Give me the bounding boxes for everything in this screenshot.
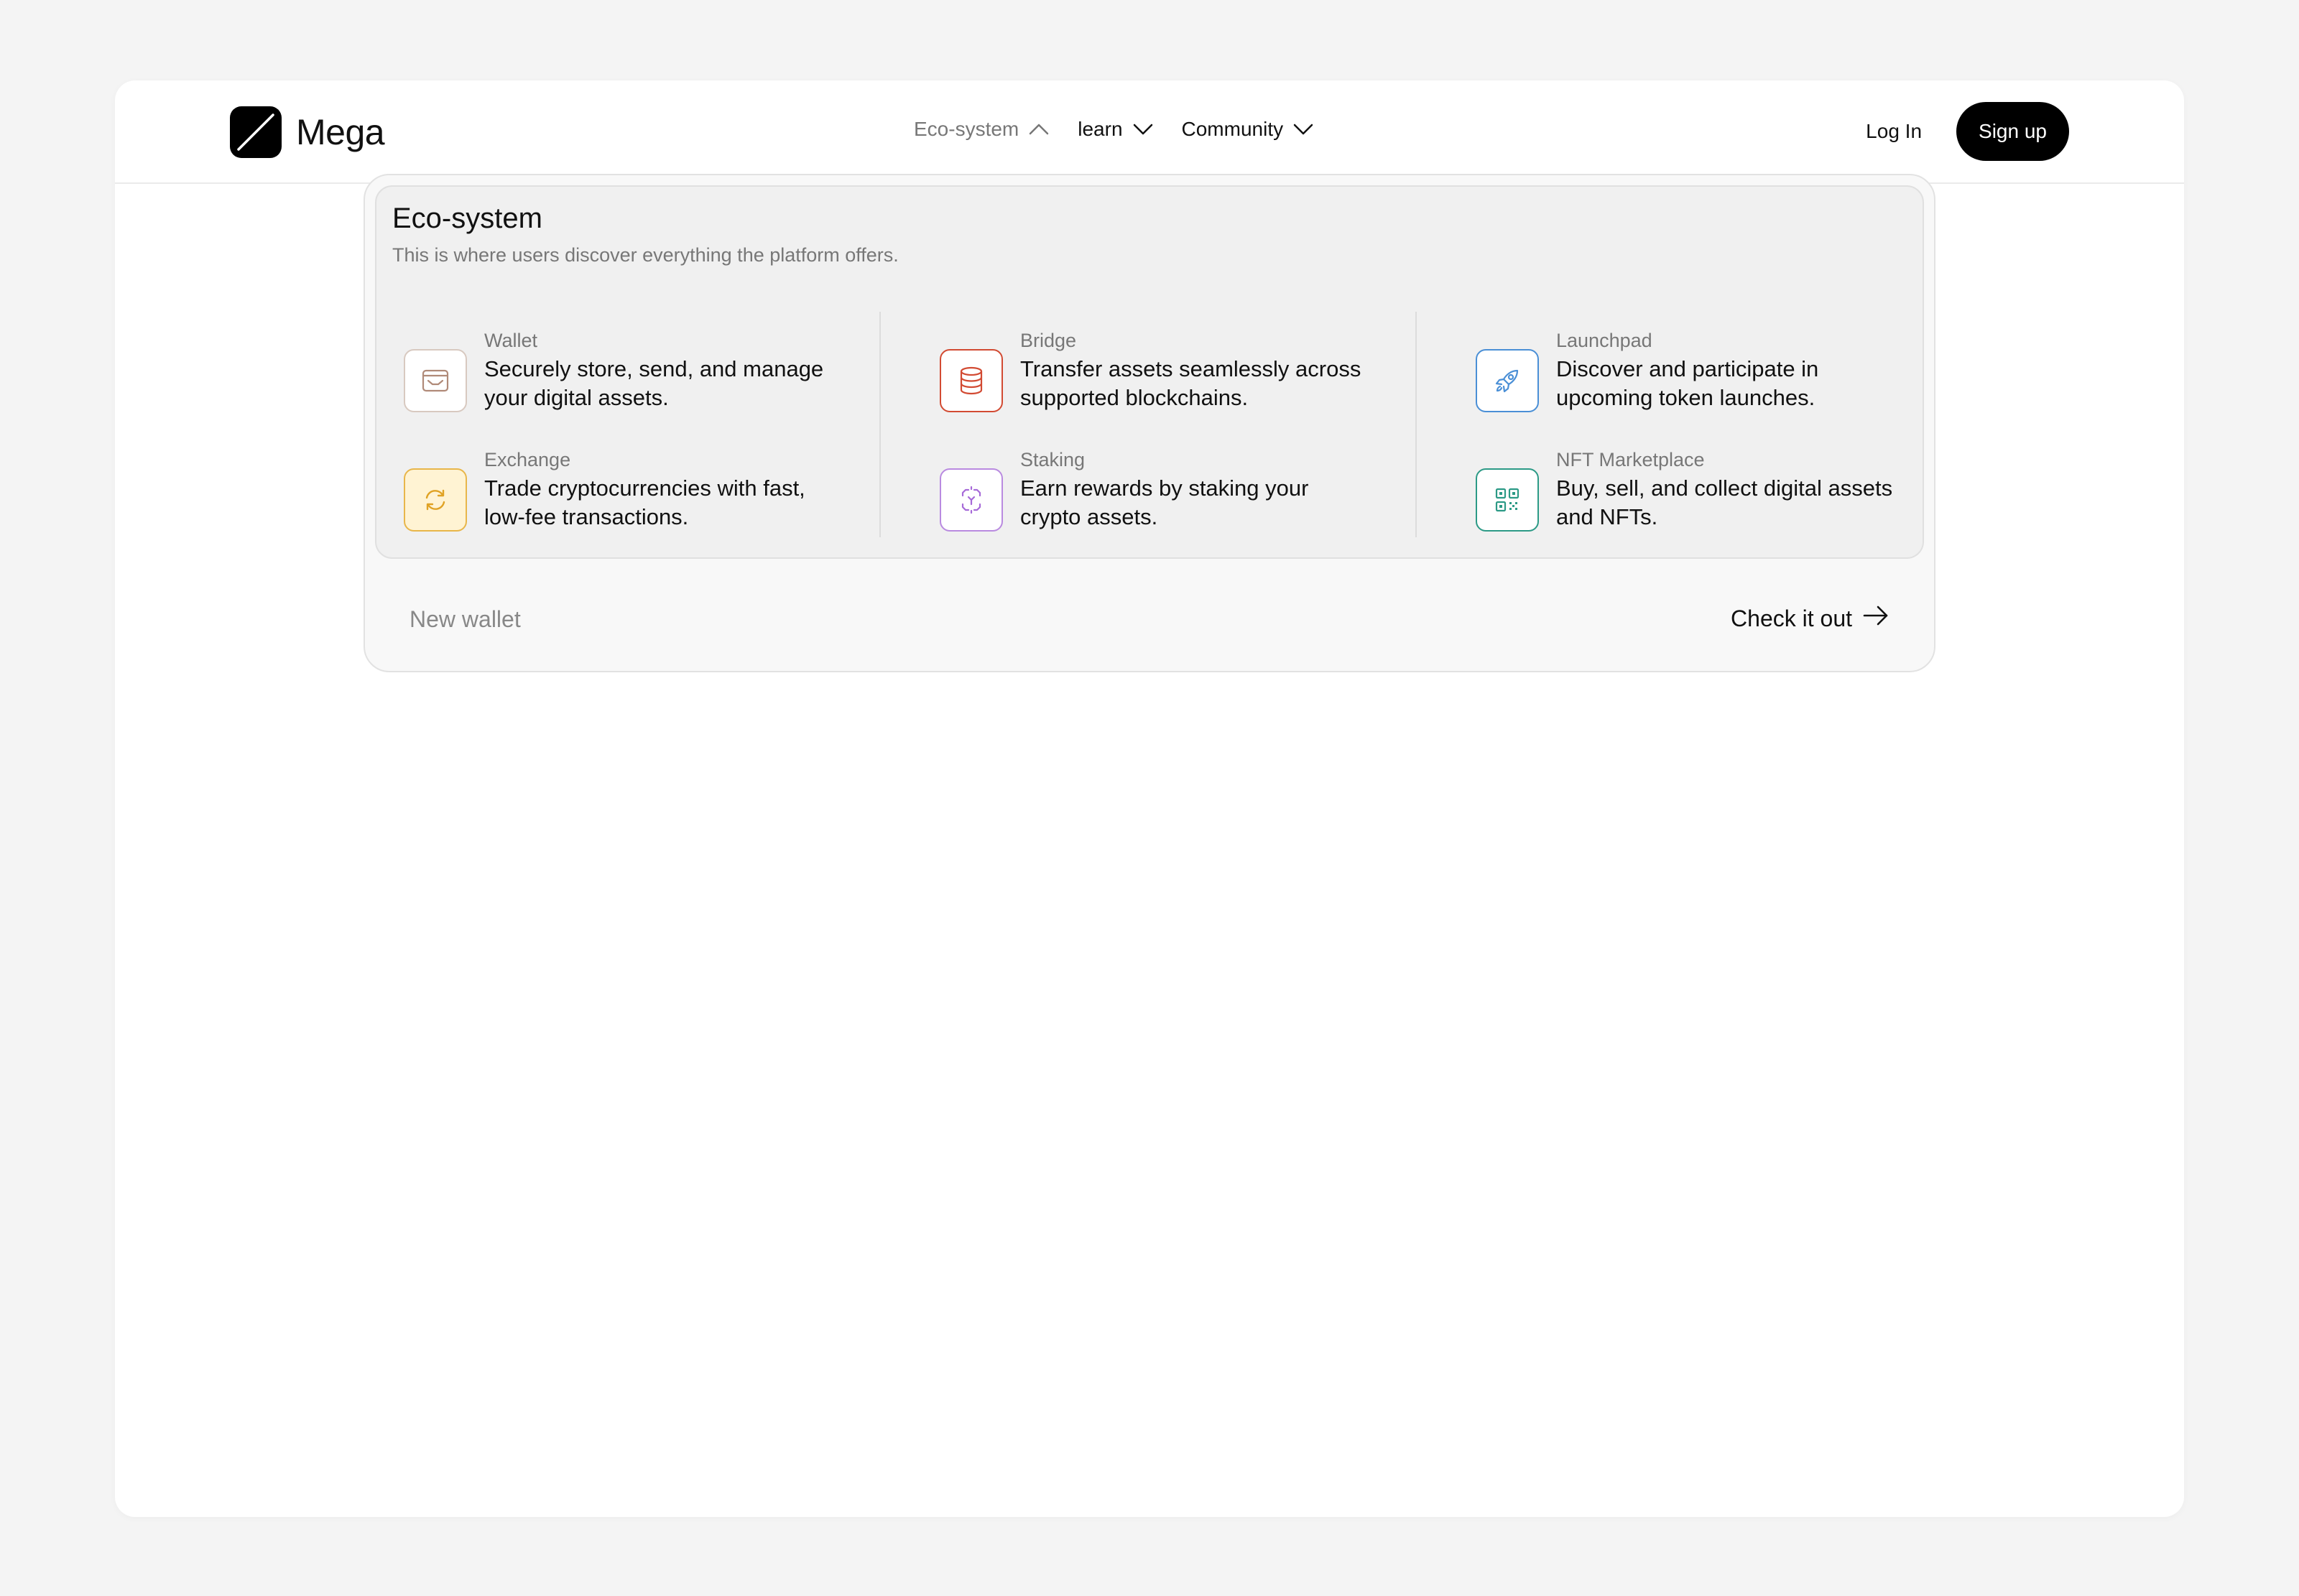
eco-system-menu-card: Eco-system This is where users discover … xyxy=(375,185,1924,559)
chevron-down-icon xyxy=(1293,123,1313,136)
brand-name: Mega xyxy=(296,112,385,152)
brand-logo[interactable]: Mega xyxy=(230,106,385,158)
qr-code-icon xyxy=(1476,468,1539,532)
menu-item-name: Bridge xyxy=(1020,330,1077,351)
menu-item-nft-marketplace[interactable]: NFT Marketplace Buy, sell, and collect d… xyxy=(1476,447,1907,532)
menu-item-name: Wallet xyxy=(484,330,538,351)
menu-item-name: Exchange xyxy=(484,449,571,470)
check-it-out-link[interactable]: Check it out xyxy=(1731,605,1889,632)
menu-item-bridge[interactable]: Bridge Transfer assets seamlessly across… xyxy=(940,328,1371,412)
top-nav-bar: Mega Eco-system learn Community Log In S… xyxy=(115,80,2184,184)
new-wallet-label: New wallet xyxy=(410,606,521,632)
rocket-icon xyxy=(1476,349,1539,412)
database-icon xyxy=(940,349,1003,412)
menu-item-description: Securely store, send, and manage your di… xyxy=(484,356,824,410)
focus-icon xyxy=(940,468,1003,532)
column-divider xyxy=(879,312,881,537)
wallet-icon xyxy=(404,349,467,412)
app-window: Mega Eco-system learn Community Log In S… xyxy=(115,80,2184,1517)
refresh-icon xyxy=(404,468,467,532)
nav-item-community[interactable]: Community xyxy=(1182,118,1314,141)
chevron-up-icon xyxy=(1029,123,1049,136)
nav-item-label: learn xyxy=(1078,118,1123,140)
nav-item-eco-system[interactable]: Eco-system xyxy=(914,118,1049,141)
menu-item-description: Trade cryptocurrencies with fast, low-fe… xyxy=(484,475,805,529)
signup-button[interactable]: Sign up xyxy=(1956,102,2069,161)
menu-item-name: Staking xyxy=(1020,449,1086,470)
dropdown-title: Eco-system xyxy=(392,203,542,234)
menu-item-description: Transfer assets seamlessly across suppor… xyxy=(1020,356,1361,410)
menu-item-description: Discover and participate in upcoming tok… xyxy=(1556,356,1819,410)
arrow-right-icon xyxy=(1862,605,1889,632)
check-it-out-label: Check it out xyxy=(1731,605,1852,631)
menu-item-name: Launchpad xyxy=(1556,330,1652,351)
main-nav: Eco-system learn Community xyxy=(914,118,1313,141)
menu-item-exchange[interactable]: Exchange Trade cryptocurrencies with fas… xyxy=(404,447,835,532)
menu-item-launchpad[interactable]: Launchpad Discover and participate in up… xyxy=(1476,328,1907,412)
menu-item-description: Earn rewards by staking your crypto asse… xyxy=(1020,475,1309,529)
nav-item-label: Eco-system xyxy=(914,118,1019,140)
nav-item-label: Community xyxy=(1181,118,1284,140)
column-divider xyxy=(1415,312,1417,537)
nav-item-learn[interactable]: learn xyxy=(1078,118,1152,141)
menu-item-name: NFT Marketplace xyxy=(1556,449,1705,470)
menu-item-wallet[interactable]: Wallet Securely store, send, and manage … xyxy=(404,328,835,412)
dropdown-subtitle: This is where users discover everything … xyxy=(392,244,899,266)
chevron-down-icon xyxy=(1133,123,1153,136)
login-link[interactable]: Log In xyxy=(1866,120,1922,143)
eco-system-dropdown: Eco-system This is where users discover … xyxy=(364,174,1935,672)
menu-item-description: Buy, sell, and collect digital assets an… xyxy=(1556,475,1893,529)
auth-actions: Log In Sign up xyxy=(1866,102,2069,161)
slash-logo-icon xyxy=(230,106,282,158)
menu-item-staking[interactable]: Staking Earn rewards by staking your cry… xyxy=(940,447,1371,532)
